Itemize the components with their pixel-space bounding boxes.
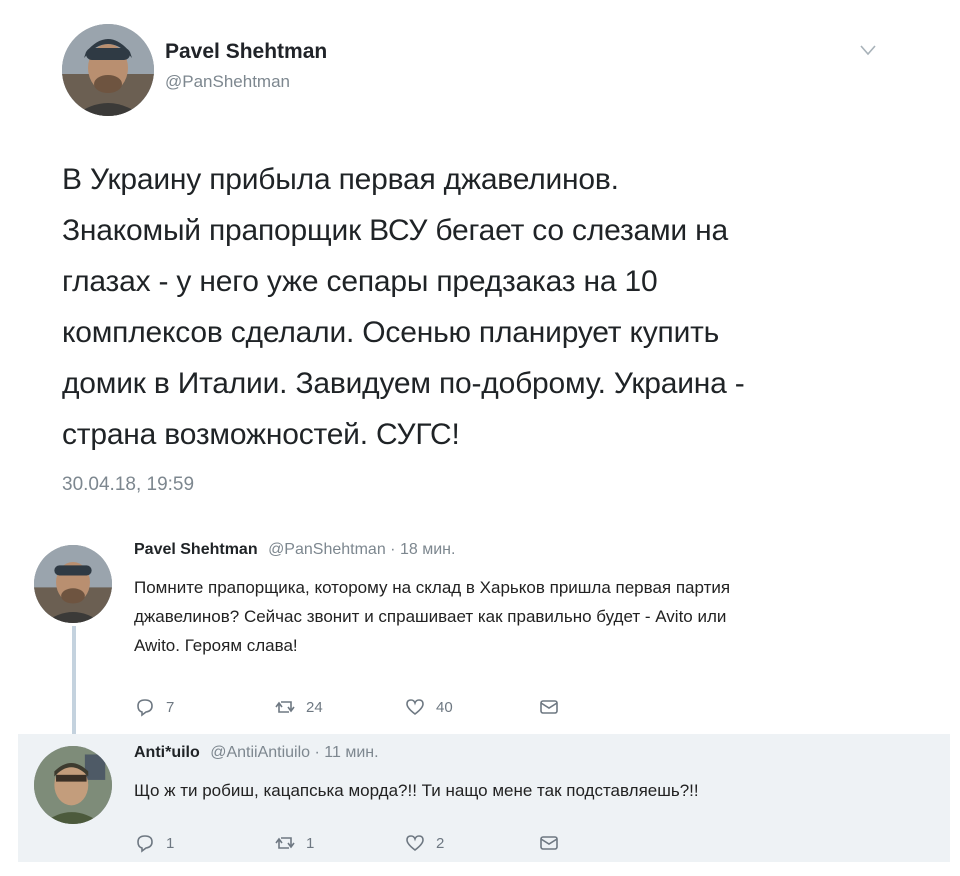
retweet-count: 1 (306, 834, 315, 852)
reply-avatar[interactable] (34, 545, 112, 623)
reply-text-line: Помните прапорщика, которому на склад в … (134, 578, 731, 597)
main-avatar[interactable] (62, 24, 154, 116)
reply-icon (137, 835, 153, 853)
tweet-text-line: В Украину прибыла первая джавелинов. (62, 163, 619, 196)
reply-author-handle[interactable]: @PanShehtman (268, 541, 386, 558)
reply-text-line: джавелинов? Сейчас звонит и спрашивает к… (134, 607, 727, 626)
retweet-count: 24 (306, 698, 323, 716)
reply-text: Помните прапорщика, которому на склад в … (134, 573, 944, 660)
like-count: 2 (436, 834, 445, 852)
like-action[interactable]: 2 (404, 832, 444, 854)
retweet-action[interactable]: 24 (274, 696, 323, 718)
retweet-icon (275, 701, 295, 713)
tweet-text-line: комплексов сделали. Осенью планирует куп… (62, 316, 720, 349)
reply-header: Anti*uilo @AntiiAntiuilo · 11 мин. (134, 744, 379, 762)
author-name[interactable]: Pavel Shehtman (165, 40, 327, 64)
tweet-text: В Украину прибыла первая джавелинов. Зна… (62, 154, 882, 460)
reply-separator: · (390, 541, 396, 558)
tweet-text-line: домик в Италии. Завидуем по-доброму. Укр… (62, 367, 745, 400)
reply-count: 7 (166, 698, 175, 716)
reply-time[interactable]: 18 мин. (400, 541, 455, 558)
chevron-down-icon[interactable] (858, 42, 878, 58)
reply-action[interactable]: 1 (134, 832, 174, 854)
reply-text: Що ж ти робиш, кацапська морда?!! Ти нащ… (134, 776, 944, 805)
reply-action[interactable]: 7 (134, 696, 174, 718)
reply-separator: · (314, 744, 320, 761)
tweet-timestamp[interactable]: 30.04.18, 19:59 (62, 474, 194, 496)
reply-avatar[interactable] (34, 746, 112, 824)
reply-author-handle[interactable]: @AntiiAntiuilo (210, 744, 310, 761)
like-count: 40 (436, 698, 453, 716)
reply-icon (137, 699, 153, 717)
retweet-action[interactable]: 1 (274, 832, 314, 854)
message-action[interactable] (538, 696, 570, 718)
heart-icon (406, 835, 424, 852)
tweet-text-line: Знакомый прапорщик ВСУ бегает со слезами… (62, 214, 728, 247)
reply-time[interactable]: 11 мин. (324, 744, 378, 761)
like-action[interactable]: 40 (404, 696, 453, 718)
heart-icon (406, 699, 424, 716)
reply-text-line: Що ж ти робиш, кацапська морда?!! Ти нащ… (134, 781, 699, 800)
reply-text-line: Awito. Героям слава! (134, 636, 298, 655)
envelope-icon (540, 700, 558, 714)
retweet-icon (275, 837, 295, 849)
author-handle[interactable]: @PanShehtman (165, 72, 290, 92)
thread-connector (72, 626, 76, 742)
reply-header: Pavel Shehtman @PanShehtman · 18 мин. (134, 541, 455, 559)
reply-count: 1 (166, 834, 175, 852)
tweet-text-line: глазах - у него уже сепары предзаказ на … (62, 265, 658, 298)
reply-author-name[interactable]: Pavel Shehtman (134, 541, 258, 558)
reply-author-name[interactable]: Anti*uilo (134, 744, 200, 761)
tweet-text-line: страна возможностей. СУГС! (62, 418, 460, 451)
envelope-icon (540, 836, 558, 850)
message-action[interactable] (538, 832, 570, 854)
